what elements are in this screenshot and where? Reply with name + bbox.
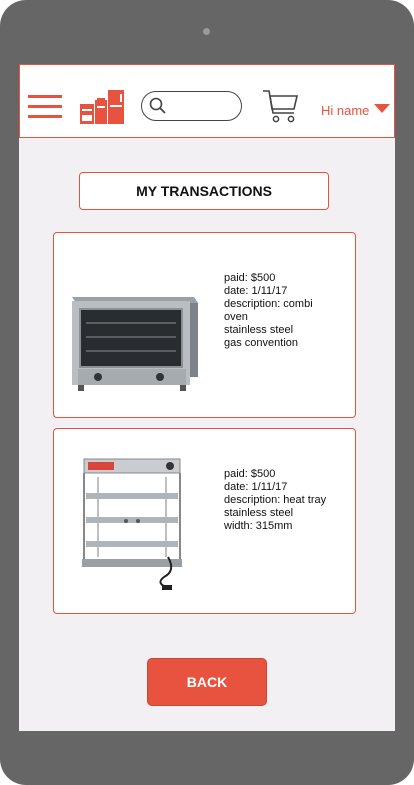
item-detail: width: 315mm (224, 520, 293, 532)
item-detail: stainless steel (224, 324, 294, 336)
app-screen: Hi name MY TRANSACTIONS paid: $500 date:… (19, 64, 395, 731)
dropdown-caret-icon (374, 104, 391, 113)
kitchen-appliances-logo[interactable] (80, 90, 124, 124)
item-detail: gas convention (224, 337, 298, 349)
page-title: MY TRANSACTIONS (79, 172, 329, 210)
search-icon (149, 97, 166, 114)
combi-oven-image (72, 297, 198, 391)
transaction-details: paid: $500 date: 1/11/17 description: he… (224, 468, 334, 533)
item-description: description: heat tray (224, 494, 327, 506)
paid-amount: paid: $500 (224, 272, 276, 284)
transaction-date: date: 1/11/17 (224, 285, 288, 297)
hamburger-menu-icon[interactable] (28, 95, 62, 119)
camera-dot (203, 28, 210, 35)
back-button[interactable]: BACK (147, 658, 267, 706)
item-description: description: combi oven (224, 298, 313, 323)
top-navigation-bar: Hi name (19, 64, 395, 138)
phone-frame: Hi name MY TRANSACTIONS paid: $500 date:… (0, 0, 414, 785)
search-field[interactable] (141, 91, 242, 121)
user-greeting: Hi name (321, 103, 370, 118)
transaction-card[interactable]: paid: $500 date: 1/11/17 description: he… (53, 428, 356, 614)
user-menu[interactable]: Hi name (321, 103, 391, 118)
paid-amount: paid: $500 (224, 468, 276, 480)
item-detail: stainless steel (224, 507, 294, 519)
transaction-details: paid: $500 date: 1/11/17 description: co… (224, 272, 334, 350)
search-input[interactable] (170, 96, 240, 118)
shopping-cart-icon[interactable] (262, 89, 300, 125)
transaction-card[interactable]: paid: $500 date: 1/11/17 description: co… (53, 232, 356, 418)
heat-tray-cabinet-image (82, 458, 182, 590)
transaction-date: date: 1/11/17 (224, 481, 288, 493)
